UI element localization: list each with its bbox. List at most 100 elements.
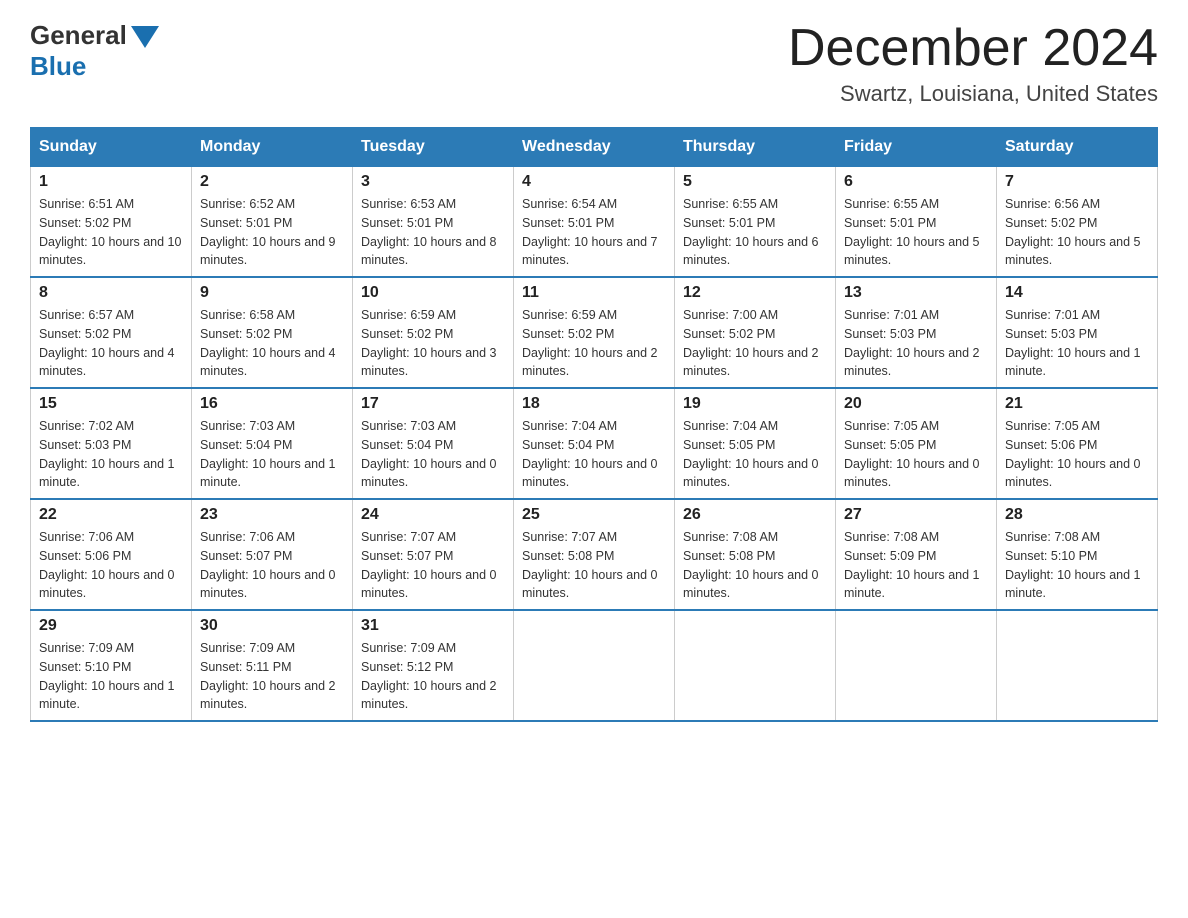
- day-info: Sunrise: 7:04 AMSunset: 5:04 PMDaylight:…: [522, 417, 666, 492]
- day-cell: 19 Sunrise: 7:04 AMSunset: 5:05 PMDayligh…: [675, 388, 836, 499]
- day-number: 21: [1005, 395, 1149, 413]
- day-cell: 16Sunrise: 7:03 AMSunset: 5:04 PMDayligh…: [192, 388, 353, 499]
- logo: General Blue: [30, 20, 159, 82]
- day-number: 18: [522, 395, 666, 413]
- day-info: Sunrise: 6:56 AMSunset: 5:02 PMDaylight:…: [1005, 195, 1149, 270]
- day-number: 5: [683, 173, 827, 191]
- location-title: Swartz, Louisiana, United States: [788, 81, 1158, 107]
- week-row-4: 22 Sunrise: 7:06 AMSunset: 5:06 PMDayligh…: [31, 499, 1158, 610]
- day-number: 30: [200, 617, 344, 635]
- day-cell: [997, 610, 1158, 721]
- day-number: 15: [39, 395, 183, 413]
- title-area: December 2024 Swartz, Louisiana, United …: [788, 20, 1158, 107]
- day-info: Sunrise: 6:59 AMSunset: 5:02 PMDaylight:…: [361, 306, 505, 381]
- day-info: Sunrise: 6:51 AMSunset: 5:02 PMDaylight:…: [39, 195, 183, 270]
- day-cell: [675, 610, 836, 721]
- day-cell: 4 Sunrise: 6:54 AMSunset: 5:01 PMDaylight…: [514, 167, 675, 278]
- day-number: 19: [683, 395, 827, 413]
- day-number: 31: [361, 617, 505, 635]
- day-info: Sunrise: 6:58 AMSunset: 5:02 PMDaylight:…: [200, 306, 344, 381]
- week-row-1: 1 Sunrise: 6:51 AMSunset: 5:02 PMDaylight…: [31, 167, 1158, 278]
- day-number: 14: [1005, 284, 1149, 302]
- day-cell: 22 Sunrise: 7:06 AMSunset: 5:06 PMDayligh…: [31, 499, 192, 610]
- day-cell: 29 Sunrise: 7:09 AMSunset: 5:10 PMDayligh…: [31, 610, 192, 721]
- week-row-3: 15Sunrise: 7:02 AMSunset: 5:03 PMDayligh…: [31, 388, 1158, 499]
- day-header-friday: Friday: [836, 128, 997, 167]
- day-info: Sunrise: 7:01 AMSunset: 5:03 PMDaylight:…: [844, 306, 988, 381]
- day-header-thursday: Thursday: [675, 128, 836, 167]
- day-number: 9: [200, 284, 344, 302]
- day-cell: 21 Sunrise: 7:05 AMSunset: 5:06 PMDayligh…: [997, 388, 1158, 499]
- day-cell: 6 Sunrise: 6:55 AMSunset: 5:01 PMDaylight…: [836, 167, 997, 278]
- day-number: 28: [1005, 506, 1149, 524]
- day-info: Sunrise: 6:55 AMSunset: 5:01 PMDaylight:…: [683, 195, 827, 270]
- day-cell: [514, 610, 675, 721]
- day-cell: 24 Sunrise: 7:07 AMSunset: 5:07 PMDayligh…: [353, 499, 514, 610]
- month-title: December 2024: [788, 20, 1158, 77]
- day-cell: 15Sunrise: 7:02 AMSunset: 5:03 PMDayligh…: [31, 388, 192, 499]
- day-cell: 17 Sunrise: 7:03 AMSunset: 5:04 PMDayligh…: [353, 388, 514, 499]
- day-info: Sunrise: 7:07 AMSunset: 5:07 PMDaylight:…: [361, 528, 505, 603]
- day-number: 17: [361, 395, 505, 413]
- day-number: 25: [522, 506, 666, 524]
- calendar-body: 1 Sunrise: 6:51 AMSunset: 5:02 PMDaylight…: [31, 167, 1158, 722]
- day-cell: 11Sunrise: 6:59 AMSunset: 5:02 PMDayligh…: [514, 277, 675, 388]
- day-info: Sunrise: 7:06 AMSunset: 5:07 PMDaylight:…: [200, 528, 344, 603]
- logo-triangle-icon: [131, 26, 159, 48]
- day-number: 1: [39, 173, 183, 191]
- day-number: 22: [39, 506, 183, 524]
- day-number: 4: [522, 173, 666, 191]
- day-header-wednesday: Wednesday: [514, 128, 675, 167]
- day-info: Sunrise: 7:05 AMSunset: 5:06 PMDaylight:…: [1005, 417, 1149, 492]
- day-cell: 7 Sunrise: 6:56 AMSunset: 5:02 PMDaylight…: [997, 167, 1158, 278]
- day-info: Sunrise: 7:09 AMSunset: 5:10 PMDaylight:…: [39, 639, 183, 714]
- day-number: 8: [39, 284, 183, 302]
- day-number: 27: [844, 506, 988, 524]
- day-cell: 2 Sunrise: 6:52 AMSunset: 5:01 PMDaylight…: [192, 167, 353, 278]
- day-header-tuesday: Tuesday: [353, 128, 514, 167]
- day-cell: 18 Sunrise: 7:04 AMSunset: 5:04 PMDayligh…: [514, 388, 675, 499]
- day-number: 7: [1005, 173, 1149, 191]
- day-info: Sunrise: 6:55 AMSunset: 5:01 PMDaylight:…: [844, 195, 988, 270]
- logo-general-text: General: [30, 20, 127, 51]
- day-cell: 30 Sunrise: 7:09 AMSunset: 5:11 PMDayligh…: [192, 610, 353, 721]
- logo-blue-text: Blue: [30, 51, 86, 82]
- day-info: Sunrise: 6:52 AMSunset: 5:01 PMDaylight:…: [200, 195, 344, 270]
- page-header: General Blue December 2024 Swartz, Louis…: [30, 20, 1158, 107]
- day-info: Sunrise: 7:04 AMSunset: 5:05 PMDaylight:…: [683, 417, 827, 492]
- day-cell: 20Sunrise: 7:05 AMSunset: 5:05 PMDayligh…: [836, 388, 997, 499]
- day-info: Sunrise: 7:08 AMSunset: 5:10 PMDaylight:…: [1005, 528, 1149, 603]
- day-number: 6: [844, 173, 988, 191]
- week-row-2: 8 Sunrise: 6:57 AMSunset: 5:02 PMDaylight…: [31, 277, 1158, 388]
- calendar-table: SundayMondayTuesdayWednesdayThursdayFrid…: [30, 127, 1158, 722]
- day-info: Sunrise: 7:00 AMSunset: 5:02 PMDaylight:…: [683, 306, 827, 381]
- day-cell: 27 Sunrise: 7:08 AMSunset: 5:09 PMDayligh…: [836, 499, 997, 610]
- day-number: 29: [39, 617, 183, 635]
- day-cell: 5 Sunrise: 6:55 AMSunset: 5:01 PMDaylight…: [675, 167, 836, 278]
- day-info: Sunrise: 7:09 AMSunset: 5:11 PMDaylight:…: [200, 639, 344, 714]
- day-info: Sunrise: 7:08 AMSunset: 5:09 PMDaylight:…: [844, 528, 988, 603]
- week-row-5: 29 Sunrise: 7:09 AMSunset: 5:10 PMDayligh…: [31, 610, 1158, 721]
- day-info: Sunrise: 7:03 AMSunset: 5:04 PMDaylight:…: [361, 417, 505, 492]
- day-header-sunday: Sunday: [31, 128, 192, 167]
- day-info: Sunrise: 7:09 AMSunset: 5:12 PMDaylight:…: [361, 639, 505, 714]
- day-cell: 14 Sunrise: 7:01 AMSunset: 5:03 PMDayligh…: [997, 277, 1158, 388]
- day-number: 3: [361, 173, 505, 191]
- day-cell: 9 Sunrise: 6:58 AMSunset: 5:02 PMDaylight…: [192, 277, 353, 388]
- day-info: Sunrise: 7:07 AMSunset: 5:08 PMDaylight:…: [522, 528, 666, 603]
- day-cell: 8 Sunrise: 6:57 AMSunset: 5:02 PMDaylight…: [31, 277, 192, 388]
- day-info: Sunrise: 7:06 AMSunset: 5:06 PMDaylight:…: [39, 528, 183, 603]
- day-cell: 28 Sunrise: 7:08 AMSunset: 5:10 PMDayligh…: [997, 499, 1158, 610]
- day-info: Sunrise: 6:57 AMSunset: 5:02 PMDaylight:…: [39, 306, 183, 381]
- day-cell: 13Sunrise: 7:01 AMSunset: 5:03 PMDayligh…: [836, 277, 997, 388]
- day-number: 2: [200, 173, 344, 191]
- day-number: 24: [361, 506, 505, 524]
- day-number: 10: [361, 284, 505, 302]
- day-info: Sunrise: 7:01 AMSunset: 5:03 PMDaylight:…: [1005, 306, 1149, 381]
- day-info: Sunrise: 6:59 AMSunset: 5:02 PMDaylight:…: [522, 306, 666, 381]
- day-cell: 10 Sunrise: 6:59 AMSunset: 5:02 PMDayligh…: [353, 277, 514, 388]
- day-number: 20: [844, 395, 988, 413]
- day-cell: 26Sunrise: 7:08 AMSunset: 5:08 PMDayligh…: [675, 499, 836, 610]
- calendar-header: SundayMondayTuesdayWednesdayThursdayFrid…: [31, 128, 1158, 167]
- day-info: Sunrise: 6:54 AMSunset: 5:01 PMDaylight:…: [522, 195, 666, 270]
